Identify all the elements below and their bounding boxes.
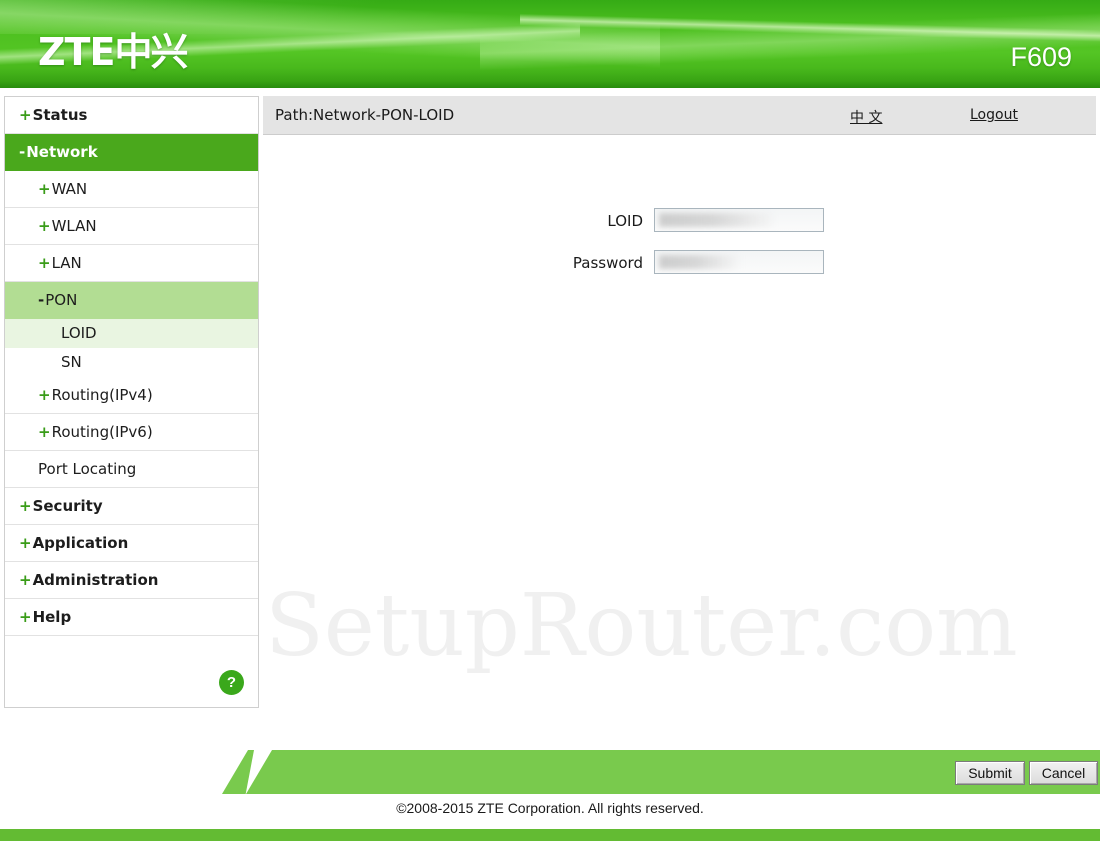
sidebar-item-label: LAN <box>51 254 82 272</box>
help-button[interactable]: ? <box>219 670 244 695</box>
sidebar-item-label: Network <box>26 143 98 161</box>
sidebar-item-routing-ipv4[interactable]: +Routing(IPv4) <box>5 377 258 414</box>
sidebar-item-label: WLAN <box>51 217 97 235</box>
sidebar-item-network[interactable]: -Network <box>5 134 258 171</box>
sidebar-item-loid[interactable]: LOID <box>5 319 258 348</box>
footer-action-bar: Submit Cancel <box>0 750 1100 794</box>
expand-icon: + <box>19 608 32 626</box>
form-field-list: LOID Password <box>263 208 1096 283</box>
device-model-label: F609 <box>1010 42 1072 72</box>
app-header: ZTE中兴 F609 <box>0 0 1100 88</box>
form-row: LOID <box>263 208 1096 241</box>
sidebar-item-lan[interactable]: +LAN <box>5 245 258 282</box>
question-mark-icon: ? <box>219 670 244 695</box>
sidebar-item-security[interactable]: +Security <box>5 488 258 525</box>
sidebar-item-label: Administration <box>32 571 159 589</box>
sidebar-item-administration[interactable]: +Administration <box>5 562 258 599</box>
sidebar-item-help[interactable]: +Help <box>5 599 258 636</box>
sidebar-item-label: LOID <box>61 324 97 342</box>
redacted-value <box>659 213 777 227</box>
sidebar-item-routing-ipv6[interactable]: +Routing(IPv6) <box>5 414 258 451</box>
sidebar-item-pon[interactable]: -PON <box>5 282 258 319</box>
expand-icon: + <box>19 534 32 552</box>
footer-slash-accent <box>222 750 254 794</box>
sidebar-item-label: WAN <box>51 180 88 198</box>
logo-chinese-text: 中兴 <box>114 30 188 74</box>
sidebar-item-label: Port Locating <box>38 460 137 478</box>
sidebar-item-wlan[interactable]: +WLAN <box>5 208 258 245</box>
sidebar-item-label: Status <box>32 106 88 124</box>
password-label: Password <box>572 254 643 272</box>
loid-input[interactable] <box>654 208 824 232</box>
logo-latin-text: ZTE <box>38 30 115 74</box>
collapse-icon: - <box>19 143 26 161</box>
sidebar-item-wan[interactable]: +WAN <box>5 171 258 208</box>
breadcrumb: Path:Network-PON-LOID <box>275 106 455 124</box>
collapse-icon: - <box>38 291 45 309</box>
sidebar-item-label: Application <box>32 534 129 552</box>
submit-button[interactable]: Submit <box>955 761 1025 785</box>
sidebar-item-sn[interactable]: SN <box>5 348 258 377</box>
logout-link[interactable]: Logout <box>970 107 1018 123</box>
expand-icon: + <box>19 106 32 124</box>
sidebar-item-label: Help <box>32 608 72 626</box>
sidebar-item-application[interactable]: +Application <box>5 525 258 562</box>
sidebar-item-label: Routing(IPv4) <box>51 386 153 404</box>
expand-icon: + <box>38 217 51 235</box>
footer-green-bar: Submit Cancel <box>246 750 1100 794</box>
sidebar-nav: +Status -Network +WAN +WLAN +LAN -PON LOID SN +R… <box>4 96 259 708</box>
expand-icon: + <box>38 423 51 441</box>
copyright-text: ©2008-2015 ZTE Corporation. All rights r… <box>396 800 704 816</box>
form-row: Password <box>263 250 1096 283</box>
language-switch-link[interactable]: 中 文 <box>850 107 882 127</box>
expand-icon: + <box>38 254 51 272</box>
expand-icon: + <box>19 497 32 515</box>
sidebar-item-label: SN <box>61 353 82 371</box>
expand-icon: + <box>19 571 32 589</box>
sidebar-item-label: Security <box>32 497 103 515</box>
main-content-panel: Path:Network-PON-LOID 中 文 Logout SetupRo… <box>263 96 1096 708</box>
expand-icon: + <box>38 180 51 198</box>
redacted-value <box>659 255 741 269</box>
breadcrumb-bar: Path:Network-PON-LOID 中 文 Logout <box>263 96 1096 135</box>
header-wave-decoration-5 <box>520 13 1100 43</box>
sidebar-item-status[interactable]: +Status <box>5 97 258 134</box>
sidebar-item-label: PON <box>45 291 78 309</box>
cancel-button[interactable]: Cancel <box>1029 761 1098 785</box>
loid-label: LOID <box>607 212 643 230</box>
header-wave-decoration-3 <box>480 11 1100 71</box>
sidebar-item-label: Routing(IPv6) <box>51 423 153 441</box>
sidebar-item-port-locating[interactable]: Port Locating <box>5 451 258 488</box>
watermark-text: SetupRouter.com <box>265 576 1018 676</box>
bottom-green-strip <box>0 829 1100 841</box>
sidebar-item-list: +Status -Network +WAN +WLAN +LAN -PON LOID SN +R… <box>5 97 258 636</box>
loid-form: LOID Password <box>263 134 1096 283</box>
password-input[interactable] <box>654 250 824 274</box>
expand-icon: + <box>38 386 51 404</box>
zte-logo: ZTE中兴 <box>38 21 188 76</box>
